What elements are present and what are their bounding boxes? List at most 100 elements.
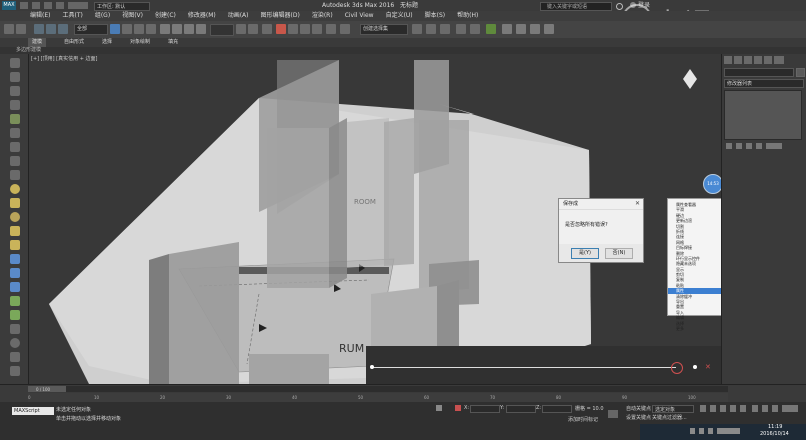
clock-date[interactable]: 2016/10/14 — [760, 431, 789, 437]
menu-item[interactable]: 视图(V) — [122, 11, 143, 21]
motion-panel-icon[interactable] — [10, 100, 20, 110]
workspace-dropdown[interactable]: 工作区: 默认 — [94, 2, 150, 11]
dialog-yes-button[interactable]: 是(Y) — [571, 248, 599, 259]
scene-icon[interactable] — [10, 366, 20, 376]
ribbon-tab[interactable]: 对象绘制 — [130, 38, 150, 47]
key-filters-button[interactable]: 关键点过滤器... — [652, 414, 687, 421]
transform-mode-icon[interactable] — [455, 405, 461, 411]
quad-menu-button[interactable]: 14:53 — [703, 174, 723, 194]
quad-menu-item[interactable]: 更多 — [668, 326, 724, 331]
utilities-panel-icon[interactable] — [10, 128, 20, 138]
display-panel-icon[interactable] — [10, 114, 20, 124]
overlay-close-icon[interactable]: ✕ — [705, 363, 713, 371]
particles-icon[interactable] — [10, 268, 20, 278]
schematic-view-icon[interactable] — [470, 24, 480, 34]
edit-named-sets-icon[interactable] — [326, 24, 336, 34]
modifier-stack[interactable] — [724, 90, 802, 140]
selection-filter-dropdown[interactable]: 全部 — [74, 24, 108, 35]
unlink-icon[interactable] — [46, 24, 56, 34]
spacewarps-icon[interactable] — [10, 310, 20, 320]
sphere-icon[interactable] — [10, 184, 20, 194]
hierarchy-panel-icon[interactable] — [10, 86, 20, 96]
compound-icon[interactable] — [10, 296, 20, 306]
select-object-icon[interactable] — [110, 24, 120, 34]
rotate-icon[interactable] — [172, 24, 182, 34]
link-icon[interactable] — [34, 24, 44, 34]
redo-icon[interactable] — [16, 24, 26, 34]
create-panel-icon[interactable] — [10, 58, 20, 68]
ribbon-tab[interactable]: 填充 — [168, 38, 178, 47]
systems-icon[interactable] — [10, 282, 20, 292]
rect-selection-icon[interactable] — [134, 24, 144, 34]
add-time-tag[interactable]: 添加时间标记 — [568, 416, 598, 423]
render-setup-icon[interactable] — [502, 24, 512, 34]
place-icon[interactable] — [196, 24, 206, 34]
plane-icon[interactable] — [10, 240, 20, 250]
render-iterative-icon[interactable] — [544, 24, 554, 34]
percent-snap-icon[interactable] — [300, 24, 310, 34]
box-icon[interactable] — [10, 198, 20, 208]
spinner-snap-icon[interactable] — [312, 24, 322, 34]
pivot-icon[interactable] — [236, 24, 246, 34]
menu-item[interactable]: 帮助(H) — [457, 11, 478, 21]
menu-item[interactable]: 工具(T) — [62, 11, 82, 21]
bind-spacewarp-icon[interactable] — [58, 24, 68, 34]
select-manipulate-icon[interactable] — [248, 24, 258, 34]
command-tab-icons[interactable] — [724, 56, 784, 64]
menu-item[interactable]: 脚本(S) — [425, 11, 446, 21]
layer-explorer-icon[interactable] — [426, 24, 436, 34]
timeline[interactable]: 0 / 100 0 10 20 30 40 50 60 70 80 90 100 — [0, 384, 806, 403]
app-logo[interactable]: MAX — [2, 1, 16, 10]
menu-item[interactable]: 图形编辑器(D) — [261, 11, 300, 21]
dialog-close-icon[interactable]: ✕ — [635, 199, 640, 209]
light-bulb-icon[interactable] — [10, 338, 20, 348]
cameras-icon[interactable] — [10, 156, 20, 166]
maxscript-listener[interactable]: MAXScript — [12, 407, 54, 415]
mirror-icon[interactable] — [340, 24, 350, 34]
set-key-label[interactable]: 设置关键点 — [626, 414, 651, 421]
spline-icon[interactable] — [10, 254, 20, 264]
selected-dropdown[interactable]: 选定对象 — [652, 405, 694, 413]
menu-item[interactable]: 修改器(M) — [188, 11, 216, 21]
align-icon[interactable] — [412, 24, 422, 34]
menu-item[interactable]: 组(G) — [95, 11, 110, 21]
coord-y-field[interactable] — [506, 405, 536, 413]
render-production-icon[interactable] — [530, 24, 540, 34]
time-slider[interactable]: 0 / 100 — [28, 386, 728, 392]
viewcube[interactable] — [681, 69, 699, 89]
snap-toggle-icon[interactable] — [276, 24, 286, 34]
scene-explorer-icon[interactable] — [440, 24, 450, 34]
coordinate-system-icon[interactable] — [210, 24, 234, 36]
overlay-slider-handle[interactable] — [671, 362, 683, 374]
undo-icon[interactable] — [4, 24, 14, 34]
named-selection-dropdown[interactable]: 创建选择集 — [360, 24, 408, 35]
menu-item[interactable]: 编辑(E) — [30, 11, 50, 21]
window-crossing-icon[interactable] — [146, 24, 156, 34]
overlay-slider-start[interactable] — [370, 365, 374, 369]
lock-icon[interactable] — [436, 405, 442, 411]
shapes-icon[interactable] — [10, 324, 20, 334]
teapot-icon[interactable] — [10, 212, 20, 222]
menu-item[interactable]: Civil View — [345, 11, 374, 21]
overlay-slider-end[interactable] — [693, 365, 697, 369]
angle-snap-icon[interactable] — [288, 24, 298, 34]
cylinder-icon[interactable] — [10, 226, 20, 236]
viewcube-icon[interactable] — [683, 69, 697, 89]
quick-access-icons[interactable] — [20, 2, 88, 9]
clock-time[interactable]: 11:19 — [768, 424, 782, 430]
keyboard-shortcut-icon[interactable] — [262, 24, 272, 34]
menu-item[interactable]: 自定义(U) — [386, 11, 413, 21]
zoom-navigation-icons[interactable] — [752, 405, 798, 412]
select-by-name-icon[interactable] — [122, 24, 132, 34]
ribbon-tab[interactable]: 建模 — [28, 38, 47, 47]
settings-icon[interactable] — [10, 352, 20, 362]
modifier-list-dropdown[interactable]: 修改器列表 — [724, 79, 804, 88]
set-key-icon[interactable] — [608, 410, 618, 418]
menu-item[interactable]: 创建(C) — [155, 11, 176, 21]
stack-tool-icons[interactable] — [726, 143, 782, 149]
coord-z-field[interactable] — [542, 405, 572, 413]
curve-editor-icon[interactable] — [456, 24, 466, 34]
ribbon-tab[interactable]: 自由形式 — [64, 38, 84, 47]
overlay-slider-track[interactable] — [371, 367, 676, 368]
tray-icons[interactable] — [690, 428, 740, 434]
